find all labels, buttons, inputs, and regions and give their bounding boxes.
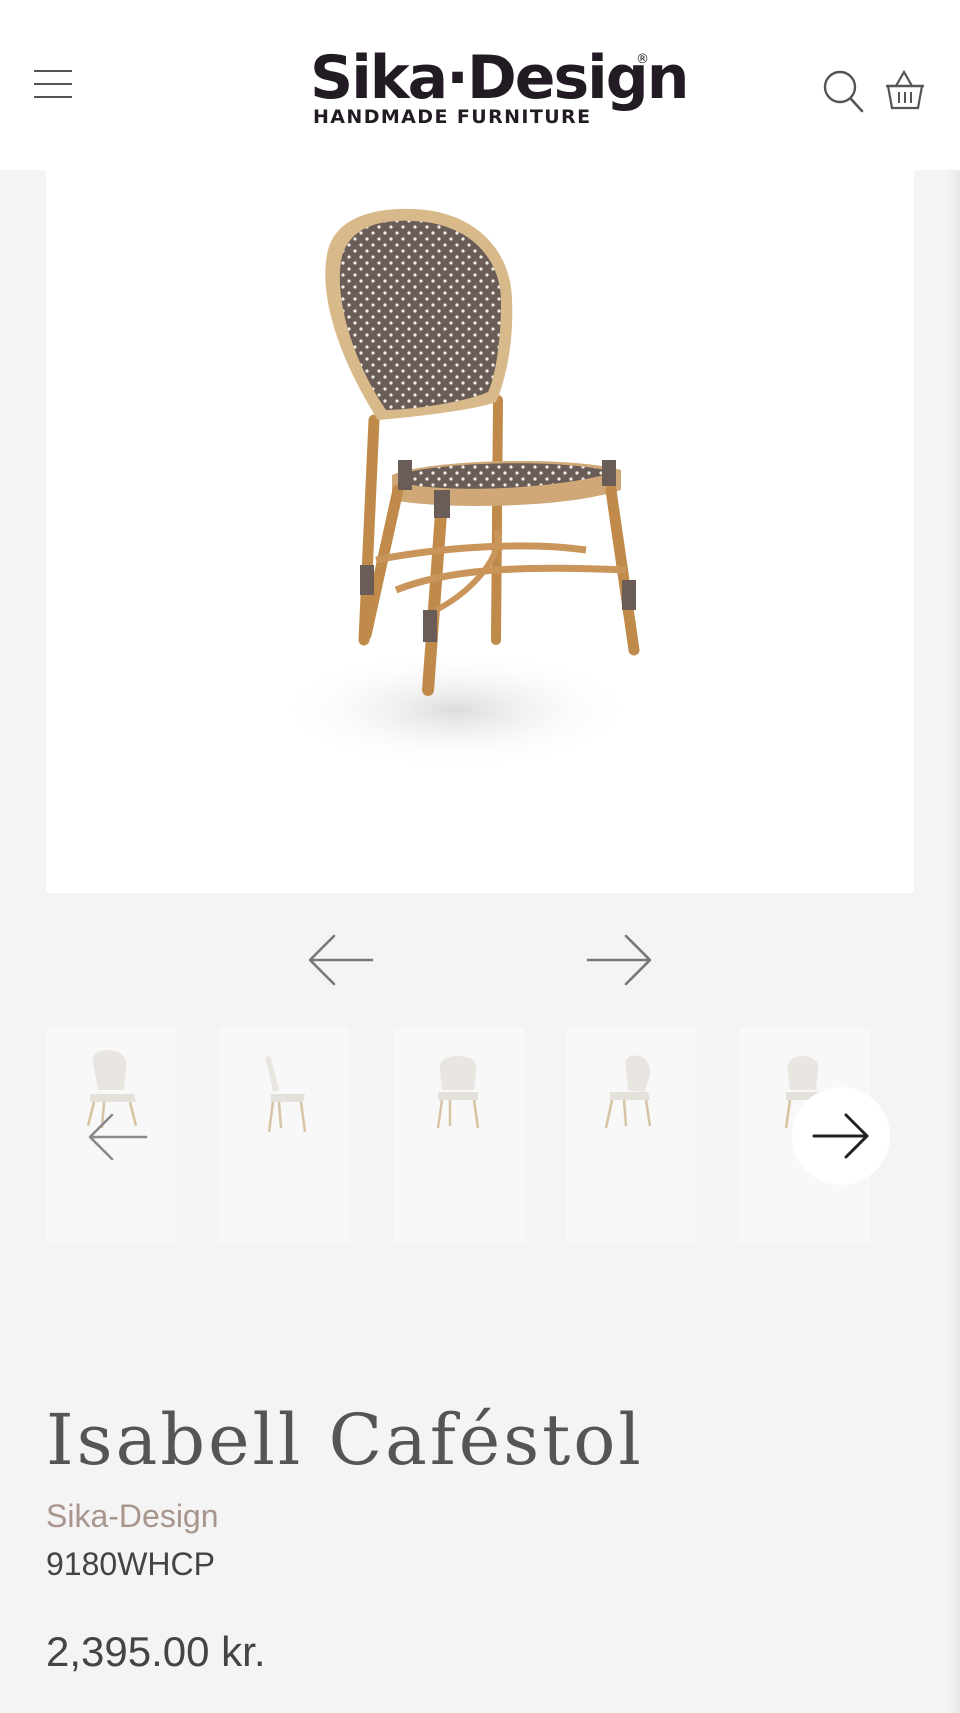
white-chair-thumb-image [265,1056,307,1133]
registered-mark: ® [636,52,649,67]
hamburger-menu-icon[interactable] [30,66,76,102]
page-edge-shadow [948,170,960,1713]
arrow-right-icon[interactable] [792,1087,890,1185]
basket-icon[interactable] [882,68,928,114]
logo-wordmark: Sika·Design [310,43,689,113]
product-sku: 9180WHCP [46,1546,215,1582]
menu-line [34,83,72,85]
site-header: Sika·Design ® HANDMADE FURNITURE [0,0,960,170]
arrow-right-icon[interactable] [584,932,654,988]
thumbnail-3[interactable] [394,1028,524,1243]
product-title: Isabell Caféstol [46,1399,644,1481]
menu-line [34,96,72,98]
menu-line [34,70,72,72]
product-brand-link[interactable]: Sika-Design [46,1498,219,1535]
arrow-left-icon[interactable] [306,932,376,988]
product-main-image[interactable] [46,170,914,893]
white-chair-thumb-image [436,1056,480,1129]
thumbnail-4[interactable] [566,1028,696,1243]
logo-tagline: HANDMADE FURNITURE [313,106,592,128]
site-logo[interactable]: Sika·Design ® HANDMADE FURNITURE [310,44,689,134]
arrow-left-icon[interactable] [86,1110,150,1164]
search-icon[interactable] [822,68,866,114]
product-price: 2,395.00 kr. [46,1628,266,1675]
thumbnail-2[interactable] [219,1028,349,1243]
white-chair-thumb-image [604,1055,652,1129]
rattan-chair-image [276,208,640,770]
